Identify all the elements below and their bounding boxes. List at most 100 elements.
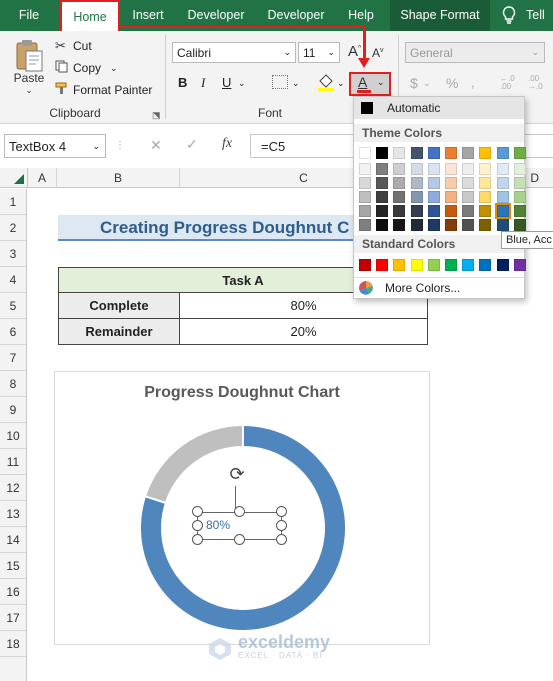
enter-icon[interactable]: ✓ [186,136,198,153]
more-colors-option[interactable]: More Colors... [359,279,519,297]
row-header[interactable]: 8 [0,371,27,397]
format-painter-button[interactable]: Format Painter [55,81,152,99]
resize-handle[interactable] [192,534,203,545]
theme-color-shade-swatch[interactable] [513,177,526,189]
theme-color-shade-swatch[interactable] [513,163,526,175]
theme-color-shade-swatch[interactable] [359,163,371,175]
tab-developer[interactable]: Developer [180,0,252,31]
fill-chevron-icon[interactable]: ⌄ [337,78,345,89]
comma-icon[interactable]: , [471,75,475,90]
theme-color-shade-swatch[interactable] [427,163,440,175]
theme-color-swatch[interactable] [427,147,440,159]
theme-color-shade-swatch[interactable] [462,163,475,175]
border-icon[interactable] [272,75,288,89]
theme-color-shade-swatch[interactable] [393,163,406,175]
row-header[interactable]: 5 [0,293,27,319]
theme-color-shade-swatch[interactable] [376,219,389,231]
copy-button[interactable]: Copy ⌄ [55,59,118,77]
row-header[interactable]: 10 [0,423,27,449]
theme-color-swatch[interactable] [496,147,509,159]
currency-chevron-icon[interactable]: ⌄ [423,78,431,89]
rotate-handle-icon[interactable]: ⟳ [227,464,247,484]
theme-color-shade-swatch[interactable] [513,205,526,217]
theme-color-swatch[interactable] [513,147,526,159]
chart-area[interactable]: Progress Doughnut Chart 80% ⟳ [54,371,430,645]
theme-color-shade-swatch[interactable] [513,191,526,203]
theme-color-shade-swatch[interactable] [410,163,423,175]
row-header[interactable]: 18 [0,631,27,657]
theme-color-shade-swatch[interactable] [462,177,475,189]
theme-color-shade-swatch[interactable] [445,177,457,189]
row-header[interactable]: 2 [0,215,27,241]
percent-icon[interactable]: % [446,75,458,91]
font-color-button[interactable]: A ⌄ [349,72,391,96]
cancel-icon[interactable]: ✕ [150,137,162,154]
resize-handle[interactable] [276,534,287,545]
theme-color-shade-swatch[interactable] [445,163,457,175]
tab-tell-me[interactable]: Tell [526,0,553,31]
row-header[interactable]: 4 [0,267,27,293]
standard-color-swatch[interactable] [427,259,440,271]
theme-color-shade-swatch[interactable] [496,177,509,189]
resize-handle[interactable] [234,534,245,545]
resize-handle[interactable] [276,520,287,531]
row-header[interactable]: 16 [0,579,27,605]
theme-color-shade-swatch[interactable] [496,191,509,203]
tab-home[interactable]: Home [60,0,120,31]
bold-icon[interactable]: B [178,75,187,90]
theme-color-shade-swatch[interactable] [496,219,509,231]
theme-color-swatch[interactable] [376,147,389,159]
row-header[interactable]: 11 [0,449,27,475]
standard-color-swatch[interactable] [496,259,509,271]
fill-color-icon[interactable] [316,72,336,95]
standard-color-swatch[interactable] [359,259,371,271]
theme-color-shade-swatch[interactable] [462,191,475,203]
sheet-title[interactable]: Creating Progress Doughnut C [58,215,358,241]
tab-file[interactable]: File [8,0,50,31]
row-header[interactable]: 15 [0,553,27,579]
theme-color-swatch[interactable] [462,147,475,159]
font-name-box[interactable]: Calibri ⌄ [172,42,296,63]
theme-color-shade-swatch[interactable] [427,219,440,231]
theme-color-shade-swatch[interactable] [359,177,371,189]
standard-color-swatch[interactable] [376,259,389,271]
resize-handle[interactable] [276,506,287,517]
lightbulb-icon[interactable] [502,6,516,25]
row-header[interactable]: 9 [0,397,27,423]
theme-color-shade-swatch[interactable] [479,205,492,217]
tab-developer-2[interactable]: Developer [260,0,332,31]
increase-decimal-icon[interactable]: ←.0.00 [500,75,515,91]
font-size-box[interactable]: 11 ⌄ [298,42,340,63]
row-header[interactable]: 17 [0,605,27,631]
row-header[interactable]: 7 [0,345,27,371]
row-header[interactable]: 13 [0,501,27,527]
row-header[interactable]: 1 [0,189,27,215]
theme-color-shade-swatch[interactable] [513,219,526,231]
tab-help[interactable]: Help [340,0,382,31]
theme-color-swatch[interactable] [393,147,406,159]
theme-color-shade-swatch[interactable] [479,163,492,175]
theme-color-shade-swatch[interactable] [427,177,440,189]
theme-color-swatch[interactable] [359,147,371,159]
tab-shape-format[interactable]: Shape Format [390,0,490,31]
decrease-decimal-icon[interactable]: .00 →.0 [528,75,543,91]
theme-color-shade-swatch[interactable] [462,219,475,231]
underline-chevron-icon[interactable]: ⌄ [238,78,246,89]
chart-title[interactable]: Progress Doughnut Chart [55,384,429,402]
column-header-b[interactable]: B [57,168,180,188]
theme-color-shade-swatch[interactable] [445,191,457,203]
theme-color-swatch[interactable] [445,147,457,159]
theme-color-shade-swatch[interactable] [376,163,389,175]
theme-color-shade-swatch[interactable] [359,219,371,231]
theme-color-shade-swatch[interactable] [359,191,371,203]
standard-color-swatch[interactable] [513,259,526,271]
tab-insert[interactable]: Insert [124,0,172,31]
theme-color-shade-swatch[interactable] [393,191,406,203]
row-header[interactable]: 6 [0,319,27,345]
theme-color-shade-swatch[interactable] [496,163,509,175]
number-format-box[interactable]: General ⌄ [405,42,545,63]
theme-color-shade-swatch[interactable] [462,205,475,217]
table-row-value[interactable]: 20% [179,318,428,345]
row-header[interactable]: 14 [0,527,27,553]
copy-chevron-icon[interactable]: ⌄ [110,63,118,74]
